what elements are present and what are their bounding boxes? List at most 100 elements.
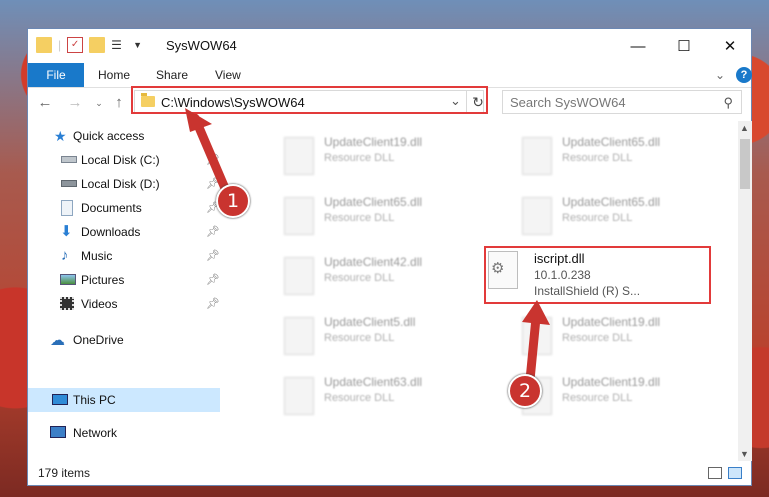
- search-placeholder: Search SysWOW64: [510, 95, 626, 110]
- ribbon-expand-icon[interactable]: ⌄: [715, 63, 725, 87]
- file-name: UpdateClient19.dll: [324, 135, 423, 149]
- music-icon: ♪: [61, 247, 69, 264]
- nav-this-pc[interactable]: This PC: [28, 388, 220, 412]
- file-item[interactable]: UpdateClient19.dll Resource DLL: [462, 305, 692, 361]
- folder-icon[interactable]: [36, 37, 52, 53]
- dll-file-icon: [284, 317, 314, 355]
- pin-icon[interactable]: 📌︎: [206, 244, 220, 268]
- gear-icon: ⚙: [491, 260, 505, 277]
- back-icon[interactable]: ←: [36, 93, 54, 113]
- navigation-pane: ★ Quick access Local Disk (C:) 📌︎ Local …: [28, 121, 223, 461]
- scroll-down-icon[interactable]: ▼: [740, 449, 749, 459]
- customize-icon[interactable]: ☰: [111, 37, 127, 53]
- nav-onedrive[interactable]: ☁ OneDrive: [28, 328, 220, 352]
- network-icon: [50, 426, 66, 438]
- close-button[interactable]: ✕: [707, 29, 753, 63]
- step-badge-2: 2: [508, 374, 542, 408]
- tab-share[interactable]: Share: [156, 63, 188, 87]
- file-item[interactable]: UpdateClient63.dll Resource DLL: [224, 365, 454, 421]
- search-icon[interactable]: ⚲: [723, 95, 733, 111]
- dll-file-icon: [522, 317, 552, 355]
- status-bar: 179 items: [28, 461, 751, 485]
- tab-view[interactable]: View: [215, 63, 241, 87]
- document-icon: [61, 200, 73, 216]
- file-item[interactable]: UpdateClient19.dll Resource DLL: [462, 365, 692, 421]
- properties-icon[interactable]: ✓: [67, 37, 84, 53]
- scroll-thumb[interactable]: [740, 139, 750, 189]
- recent-dropdown-icon[interactable]: ⌄: [90, 93, 108, 113]
- nav-item-local-disk-c[interactable]: Local Disk (C:) 📌︎: [28, 148, 220, 172]
- nav-label: Local Disk (D:): [81, 177, 160, 191]
- nav-network[interactable]: Network: [28, 421, 220, 445]
- pin-icon[interactable]: 📌︎: [206, 292, 220, 316]
- address-path[interactable]: C:\Windows\SysWOW64: [161, 95, 305, 110]
- star-icon: ★: [54, 128, 67, 144]
- file-item[interactable]: UpdateClient19.dll Resource DLL: [224, 125, 454, 181]
- address-bar[interactable]: C:\Windows\SysWOW64 ⌄: [134, 90, 484, 114]
- cloud-icon: ☁: [50, 332, 65, 349]
- nav-item-documents[interactable]: Documents 📌︎: [28, 196, 220, 220]
- file-description: Resource DLL: [562, 152, 633, 164]
- title-bar: | ✓ ☰ ▼ SysWOW64 — ☐ ✕: [28, 29, 751, 63]
- address-dropdown-icon[interactable]: ⌄: [450, 93, 461, 109]
- search-input[interactable]: Search SysWOW64 ⚲: [502, 90, 742, 114]
- tiles-view-icon[interactable]: [728, 467, 742, 479]
- file-item[interactable]: UpdateClient5.dll Resource DLL: [224, 305, 454, 361]
- file-name: UpdateClient5.dll: [324, 315, 416, 329]
- minimize-button[interactable]: —: [615, 29, 661, 63]
- nav-item-pictures[interactable]: Pictures 📌︎: [28, 268, 220, 292]
- new-folder-icon[interactable]: [89, 37, 106, 53]
- forward-icon[interactable]: →: [66, 93, 84, 113]
- nav-quick-access[interactable]: ★ Quick access: [28, 124, 220, 148]
- file-name: UpdateClient19.dll: [562, 375, 661, 389]
- file-item[interactable]: UpdateClient65.dll Resource DLL: [224, 185, 454, 241]
- nav-label: OneDrive: [73, 333, 124, 347]
- file-description: Resource DLL: [562, 332, 633, 344]
- nav-label: Network: [73, 426, 118, 440]
- file-description: Resource DLL: [324, 392, 395, 404]
- item-count: 179 items: [38, 466, 91, 480]
- nav-item-local-disk-d[interactable]: Local Disk (D:) 📌︎: [28, 172, 220, 196]
- nav-label: Videos: [81, 297, 118, 311]
- nav-label: Pictures: [81, 273, 125, 287]
- nav-label: Local Disk (C:): [81, 153, 160, 167]
- step-badge-1: 1: [216, 184, 250, 218]
- up-icon[interactable]: ↑: [110, 93, 128, 113]
- folder-icon: [141, 93, 155, 107]
- dll-file-icon: [284, 377, 314, 415]
- qa-dropdown-icon[interactable]: ▼: [133, 40, 142, 50]
- file-name: UpdateClient65.dll: [324, 195, 423, 209]
- dll-file-icon: [284, 197, 314, 235]
- pin-icon[interactable]: 📌︎: [206, 148, 220, 172]
- details-view-icon[interactable]: [708, 467, 722, 479]
- nav-item-downloads[interactable]: ⬇ Downloads 📌︎: [28, 220, 220, 244]
- maximize-button[interactable]: ☐: [661, 29, 707, 63]
- file-version: 10.1.0.238: [534, 268, 591, 282]
- computer-icon: [52, 394, 68, 405]
- nav-label: This PC: [73, 393, 116, 407]
- scroll-up-icon[interactable]: ▲: [740, 123, 749, 133]
- pictures-icon: [60, 274, 76, 285]
- dll-file-icon: [522, 197, 552, 235]
- tab-file[interactable]: File: [28, 63, 84, 87]
- file-description: Resource DLL: [324, 332, 395, 344]
- file-description: Resource DLL: [324, 272, 395, 284]
- vertical-scrollbar[interactable]: ▲ ▼: [738, 121, 752, 461]
- file-item-iscript[interactable]: ⚙ iscript.dll 10.1.0.238 InstallShield (…: [486, 247, 711, 303]
- file-name: UpdateClient65.dll: [562, 195, 661, 209]
- pin-icon[interactable]: 📌︎: [206, 220, 220, 244]
- nav-item-music[interactable]: ♪ Music 📌︎: [28, 244, 220, 268]
- refresh-button[interactable]: ↻: [466, 90, 489, 114]
- nav-label: Downloads: [81, 225, 141, 239]
- help-icon[interactable]: ?: [736, 67, 752, 83]
- drive-icon: [61, 156, 77, 163]
- explorer-window: | ✓ ☰ ▼ SysWOW64 — ☐ ✕ File Home Share V…: [27, 28, 752, 486]
- nav-item-videos[interactable]: Videos 📌︎: [28, 292, 220, 316]
- quick-access-toolbar: | ✓ ☰ ▼: [36, 37, 142, 53]
- dll-file-icon: [522, 137, 552, 175]
- file-item[interactable]: UpdateClient65.dll Resource DLL: [462, 125, 692, 181]
- file-item[interactable]: UpdateClient65.dll Resource DLL: [462, 185, 692, 241]
- file-item[interactable]: UpdateClient42.dll Resource DLL: [224, 245, 454, 301]
- tab-home[interactable]: Home: [98, 63, 130, 87]
- pin-icon[interactable]: 📌︎: [206, 268, 220, 292]
